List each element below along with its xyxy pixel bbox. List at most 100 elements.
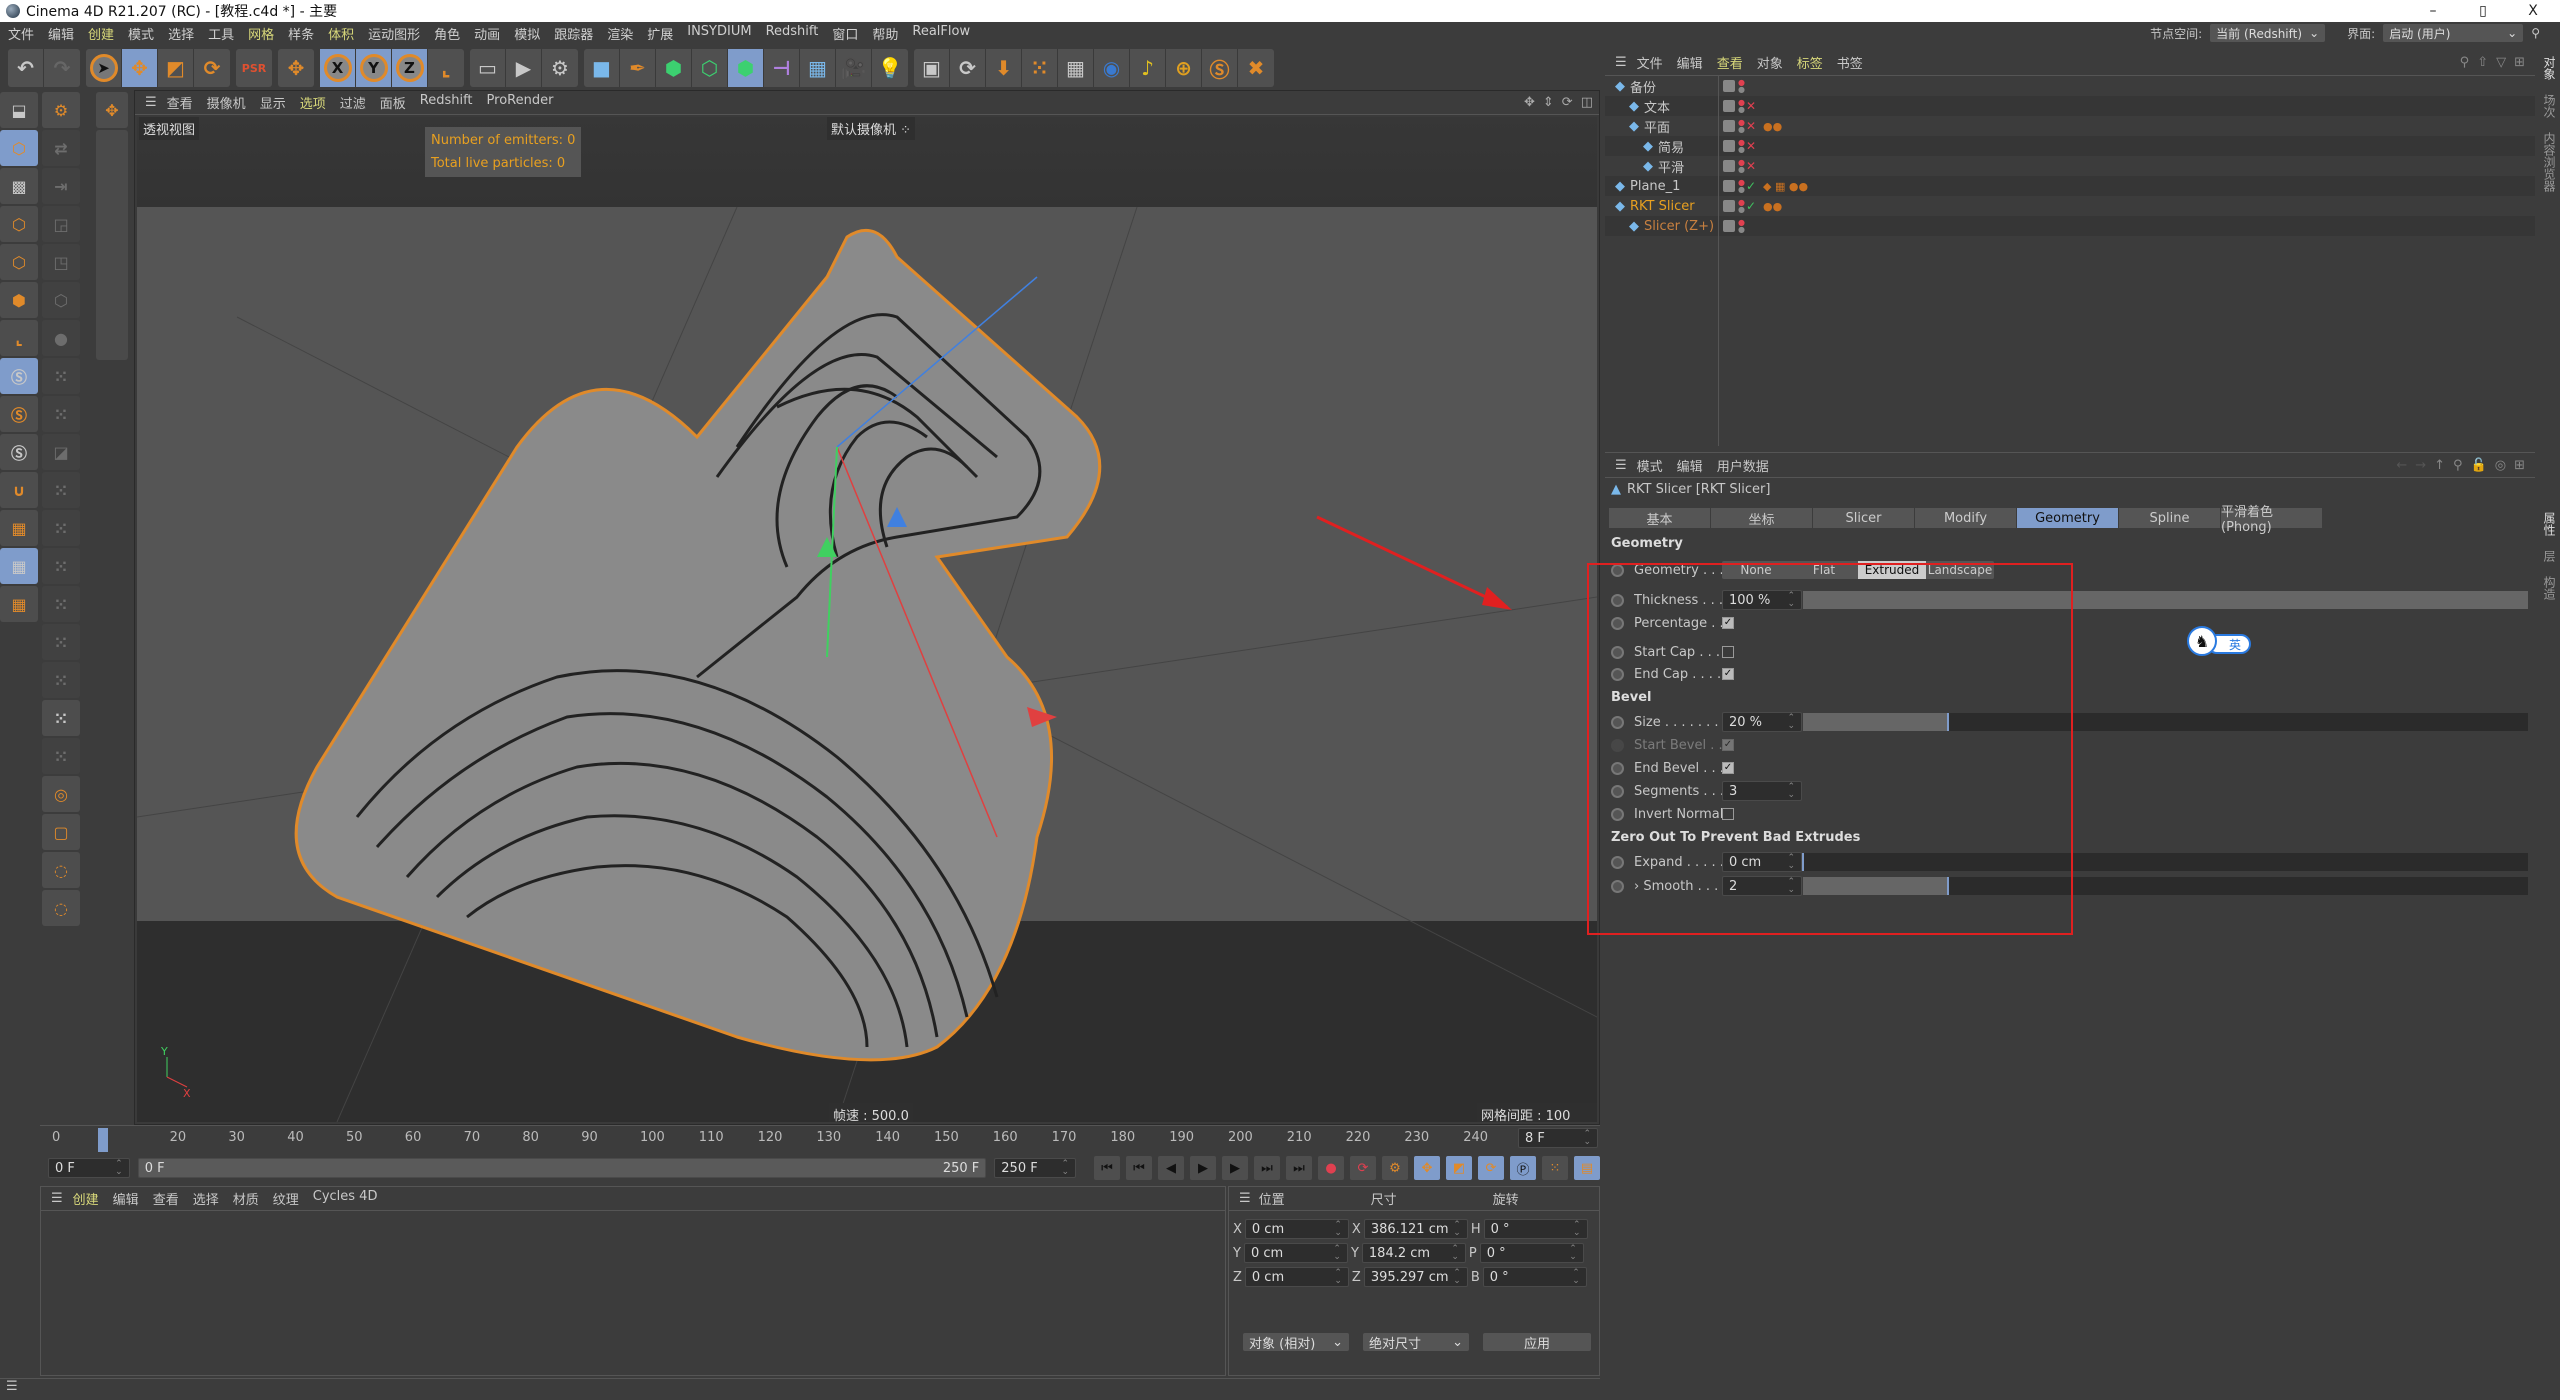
key-param-icon[interactable]: Ⓟ — [1510, 1156, 1536, 1180]
editable-toggle[interactable] — [1723, 80, 1735, 92]
solo-icon[interactable]: Ⓢ — [0, 358, 38, 394]
editable-toggle[interactable] — [1723, 140, 1735, 152]
material-menu-item-4[interactable]: 材质 — [233, 1189, 259, 1208]
menu-item-15[interactable]: 扩展 — [647, 24, 673, 43]
select-icon[interactable]: ➤ — [86, 49, 122, 87]
object-name[interactable]: 备份 — [1630, 77, 1656, 96]
menu-item-19[interactable]: 帮助 — [872, 24, 898, 43]
position-x-field[interactable]: 0 cm ⌃ ⌄ — [1244, 1219, 1349, 1239]
menu-item-4[interactable]: 选择 — [168, 24, 194, 43]
sphere-icon[interactable]: ● — [42, 320, 80, 356]
light-icon[interactable]: 💡 — [872, 49, 908, 87]
menu-item-6[interactable]: 网格 — [248, 24, 274, 43]
unhide-icon[interactable]: ⁙ — [42, 624, 80, 660]
go-to-end-icon[interactable]: ⏭ — [1286, 1156, 1312, 1180]
end-frame-field[interactable]: 250 F ⌃ ⌄ — [994, 1158, 1076, 1178]
menu-item-9[interactable]: 运动图形 — [368, 24, 420, 43]
apply-button[interactable]: 应用 — [1483, 1333, 1591, 1352]
visibility-dots-icon[interactable]: ● ● — [1738, 139, 1745, 154]
close-button[interactable]: X — [2510, 0, 2556, 22]
solo-hierarchy-icon[interactable]: Ⓢ — [0, 396, 38, 432]
menu-icon[interactable]: ☰ — [145, 95, 157, 110]
plugin-j-icon[interactable]: ♪ — [1130, 49, 1166, 87]
menu-item-13[interactable]: 跟踪器 — [554, 24, 593, 43]
menu-item-20[interactable]: RealFlow — [912, 24, 970, 43]
go-to-start-icon[interactable]: ⏮ — [1094, 1156, 1120, 1180]
spinner[interactable]: ⌃ ⌄ — [1572, 1269, 1580, 1286]
viewport-menu-item-5[interactable]: 面板 — [380, 93, 406, 112]
points-mode-icon[interactable]: ⬡ — [0, 206, 38, 242]
object-name[interactable]: Plane_1 — [1630, 179, 1680, 194]
menu-item-10[interactable]: 角色 — [434, 24, 460, 43]
object-row[interactable]: ◆ 平面 ● ● ✕ ●● — [1605, 116, 2535, 136]
menu-item-8[interactable]: 体积 — [328, 24, 354, 43]
workplane-align-icon[interactable]: ▦ — [0, 586, 38, 622]
size-z-field[interactable]: 395.297 cm ⌃ ⌄ — [1363, 1267, 1468, 1287]
uv-icon[interactable]: ◪ — [42, 434, 80, 470]
menu-item-0[interactable]: 文件 — [8, 24, 34, 43]
target-icon[interactable]: ◎ — [2495, 458, 2506, 473]
select-loop-icon[interactable]: ⁙ — [42, 472, 80, 508]
snap-icon[interactable]: ∪ — [0, 472, 38, 508]
object-menu-item-5[interactable]: 书签 — [1837, 53, 1863, 72]
spinner[interactable]: ⌃ ⌄ — [1334, 1269, 1342, 1286]
object-row[interactable]: ◆ 简易 ● ● ✕ — [1605, 136, 2535, 156]
layout-dropdown[interactable]: 启动 (用户) ⌄ — [2383, 24, 2524, 42]
playhead[interactable] — [98, 1128, 108, 1152]
spinner[interactable]: ⌃ ⌄ — [1451, 1245, 1459, 1262]
select-all-icon[interactable]: ⁙ — [42, 700, 80, 736]
polygons-mode-icon[interactable]: ⬢ — [0, 282, 38, 318]
viewport-menu-item-1[interactable]: 摄像机 — [207, 93, 246, 112]
settings-cursor-icon[interactable]: ⚙ — [42, 92, 80, 128]
xpresso-icon[interactable]: ⟳ — [950, 49, 986, 87]
frame-range-slider[interactable]: 0 F 250 F — [137, 1158, 987, 1178]
object-tags[interactable]: ◆ ▦ ●● — [1763, 180, 1808, 193]
scale-icon[interactable]: ◩ — [158, 49, 194, 87]
enabled-check-icon[interactable]: ✓ — [1746, 179, 1756, 193]
coord-mode-dropdown[interactable]: 对象 (相对) ⌄ — [1243, 1333, 1349, 1352]
new-window-icon[interactable]: ⊞ — [2514, 458, 2525, 473]
menu-icon[interactable]: ☰ — [1615, 458, 1627, 473]
move-icon[interactable]: ✥ — [122, 49, 158, 87]
align-icon[interactable]: ⇥ — [42, 168, 80, 204]
object-menu-item-3[interactable]: 对象 — [1757, 53, 1783, 72]
rotation-p-field[interactable]: 0 ° ⌃ ⌄ — [1479, 1243, 1584, 1263]
spinner[interactable]: ⌃ ⌄ — [1333, 1245, 1341, 1262]
cube-icon[interactable]: ■ — [584, 49, 620, 87]
tab-spline[interactable]: Spline — [2119, 508, 2221, 528]
up-icon[interactable]: ⇧ — [2477, 55, 2488, 70]
object-row[interactable]: ◆ 备份 ● ● — [1605, 76, 2535, 96]
spinner[interactable]: ⌃ ⌄ — [1334, 1221, 1342, 1238]
qr-icon[interactable]: ◉ — [1094, 49, 1130, 87]
viewport-menu-item-2[interactable]: 显示 — [260, 93, 286, 112]
cloner-icon[interactable]: ⬢ — [728, 49, 764, 87]
menu-item-14[interactable]: 渲染 — [607, 24, 633, 43]
disabled-x-icon[interactable]: ✕ — [1746, 99, 1756, 113]
rect-select-icon[interactable]: ▢ — [42, 814, 80, 850]
bevel-icon[interactable]: ⬡ — [42, 282, 80, 318]
visibility-dots-icon[interactable]: ● ● — [1738, 159, 1745, 174]
key-position-icon[interactable]: ✥ — [1414, 1156, 1440, 1180]
object-row[interactable]: ◆ RKT Slicer ● ● ✓ ●● — [1605, 196, 2535, 216]
undo-icon[interactable]: ↶ — [8, 49, 44, 87]
attr-menu-edit[interactable]: 编辑 — [1677, 456, 1703, 475]
menu-icon[interactable]: ☰ — [6, 1379, 18, 1394]
rotation-h-field[interactable]: 0 ° ⌃ ⌄ — [1483, 1219, 1588, 1239]
render-view-icon[interactable]: ▭ — [470, 49, 506, 87]
object-name[interactable]: 平滑 — [1658, 157, 1684, 176]
enabled-check-icon[interactable]: ✓ — [1746, 199, 1756, 213]
object-tags[interactable]: ●● — [1763, 120, 1782, 133]
x-axis-icon[interactable]: X — [320, 49, 356, 87]
viewport-menu-item-4[interactable]: 过滤 — [340, 93, 366, 112]
material-menu-item-0[interactable]: 创建 — [73, 1189, 99, 1208]
menu-icon[interactable]: ☰ — [1615, 55, 1627, 70]
viewport-menu-item-7[interactable]: ProRender — [487, 93, 554, 112]
camera-name-label[interactable]: 默认摄像机 ⁘ — [827, 117, 916, 140]
visibility-dots-icon[interactable]: ● ● — [1738, 179, 1745, 194]
tab--[interactable]: 坐标 — [1711, 508, 1813, 528]
make-editable-icon[interactable]: ⬓ — [0, 92, 38, 128]
world-coord-icon[interactable]: ⌞ — [428, 49, 464, 87]
object-row[interactable]: ◆ Plane_1 ● ● ✓ ◆ ▦ ●● — [1605, 176, 2535, 196]
menu-icon[interactable]: ☰ — [51, 1191, 63, 1206]
maximize-button[interactable]: ▯ — [2460, 0, 2506, 22]
